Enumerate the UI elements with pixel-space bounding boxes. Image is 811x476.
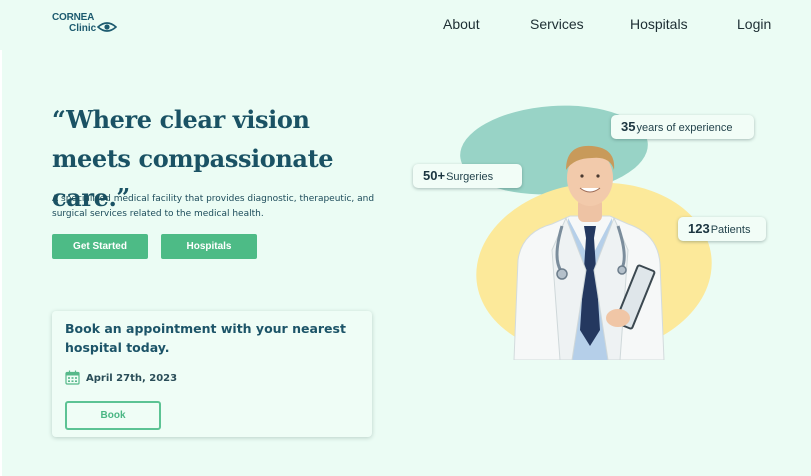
site-header: CORNEA Clinic About Services Hospitals L… [0, 0, 811, 50]
stat-surgeries-number: 50+ [423, 168, 446, 183]
appointment-card: Book an appointment with your nearest ho… [52, 311, 372, 437]
calendar-icon [65, 370, 80, 385]
book-button[interactable]: Book [65, 401, 161, 430]
appointment-date: April 27th, 2023 [86, 373, 178, 384]
nav-login[interactable]: Login [737, 16, 771, 32]
nav-hospitals[interactable]: Hospitals [630, 16, 688, 32]
eye-icon [97, 22, 117, 32]
hero-subtext: A specialized medical facility that prov… [52, 194, 375, 219]
logo-text-cornea: CORNEA [52, 12, 95, 23]
stat-patients: 123 Patients [678, 217, 766, 241]
logo[interactable]: CORNEA Clinic [52, 12, 122, 38]
page: CORNEA Clinic About Services Hospitals L… [0, 0, 811, 476]
stat-experience-number: 35 [621, 119, 636, 134]
logo-text-clinic: Clinic [69, 23, 97, 34]
stat-patients-label: Patients [710, 224, 751, 236]
stat-surgeries: 50+ Surgeries [413, 164, 522, 188]
nav-services[interactable]: Services [530, 16, 584, 32]
stat-surgeries-label: Surgeries [446, 171, 494, 183]
nav-about[interactable]: About [443, 16, 480, 32]
appointment-title: Book an appointment with your nearest ho… [65, 321, 346, 355]
divider [0, 50, 2, 476]
stat-experience: 35 years of experience [611, 115, 754, 139]
get-started-button[interactable]: Get Started [52, 234, 148, 259]
hospitals-button[interactable]: Hospitals [161, 234, 257, 259]
stat-patients-number: 123 [688, 221, 710, 236]
doctor-illustration [513, 145, 665, 360]
stat-experience-label: years of experience [636, 122, 733, 134]
